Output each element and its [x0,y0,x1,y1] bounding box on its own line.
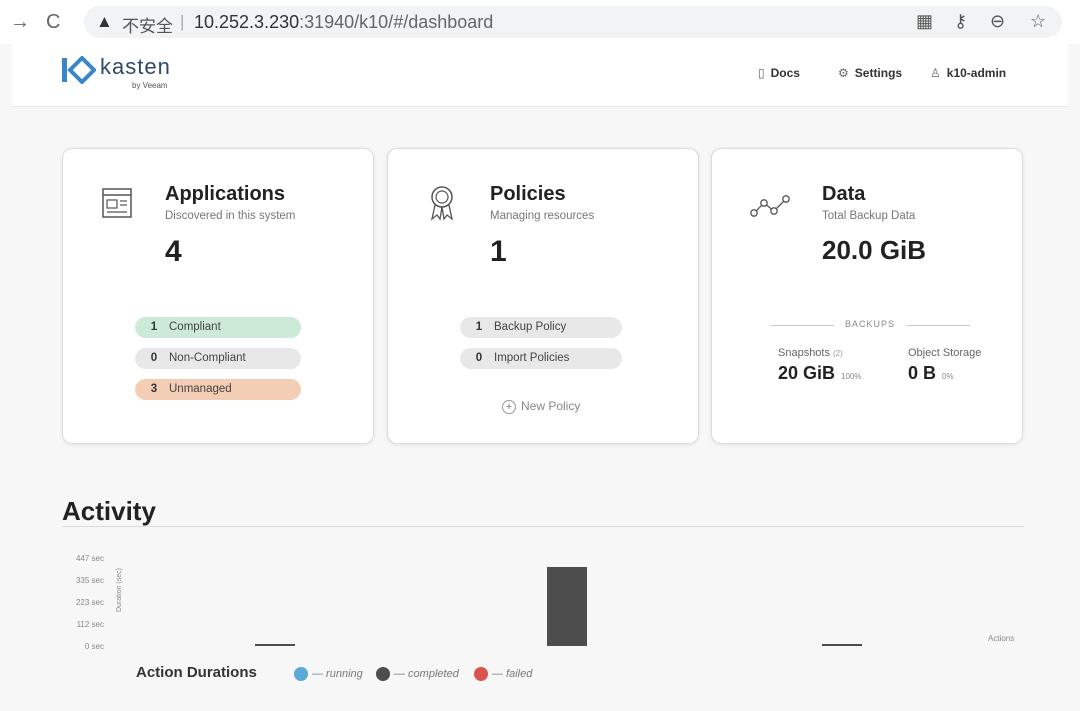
policies-card[interactable]: Policies Managing resources 1 1 Backup Po… [387,148,699,444]
legend-completed[interactable]: — completed [376,667,459,681]
legend-running[interactable]: — running [294,667,363,681]
settings-link[interactable]: ⚙ Settings [838,66,902,80]
y-tick-label: 447 sec [75,554,104,563]
docs-link[interactable]: ▯ Docs [758,66,800,80]
pill-count: 0 [150,352,158,364]
policies-count: 1 [490,235,507,268]
non-compliant-pill[interactable]: 0 Non-Compliant [135,348,301,369]
warning-icon: ▲ [96,12,113,31]
backup-policy-pill[interactable]: 1 Backup Policy [460,317,622,338]
completed-dot-icon [376,667,390,681]
y-tick-label: 335 sec [75,576,104,585]
y-tick-label: 0 sec [84,642,104,651]
applications-count: 4 [165,235,182,268]
failed-dot-icon [474,667,488,681]
legend-failed[interactable]: — failed [474,667,532,681]
reload-icon[interactable]: C [46,10,60,34]
data-subtitle: Total Backup Data [822,210,916,222]
object-storage-size: 0 B [908,363,937,383]
activity-heading: Activity [62,496,156,526]
chart-bar[interactable] [547,567,588,646]
award-ribbon-icon [430,186,454,221]
applications-title: Applications [165,183,286,205]
policies-subtitle: Managing resources [490,210,595,222]
backups-label: BACKUPS [844,319,895,329]
bookmark-star-icon[interactable]: ☆ [1030,11,1046,32]
policies-title: Policies [490,183,566,205]
legend-label: — completed [394,667,459,680]
pill-count: 0 [475,352,483,364]
object-storage-label: Object Storage [908,347,982,359]
chart-bar[interactable] [822,644,863,646]
pill-count: 3 [150,383,158,395]
user-label: k10-admin [946,66,1007,80]
url-text[interactable]: 10.252.3.230:31940/k10/#/dashboard [194,12,493,33]
url-host: 10.252.3.230 [194,12,300,32]
address-separator: | [180,12,185,31]
gear-icon: ⚙ [838,66,849,80]
applications-card[interactable]: Applications Discovered in this system 4… [62,148,374,444]
logo-subtitle: by Veeam [132,81,168,90]
snapshots-count: (2) [832,349,843,358]
kasten-logo-icon[interactable] [62,56,96,84]
pill-count: 1 [150,321,158,333]
snapshots-label: Snapshots (2) [778,347,843,359]
pill-label: Import Policies [494,352,570,364]
import-policies-pill[interactable]: 0 Import Policies [460,348,622,369]
running-dot-icon [294,667,308,681]
divider [906,325,970,326]
settings-label: Settings [854,66,903,80]
legend-label: — running [312,667,363,680]
data-card[interactable]: Data Total Backup Data 20.0 GiB BACKUPS … [711,148,1023,444]
address-bar[interactable]: ▲ 不安全 | 10.252.3.230:31940/k10/#/dashboa… [84,6,1062,38]
y-tick-label: 223 sec [75,598,104,607]
application-window-icon [102,188,132,218]
applications-subtitle: Discovered in this system [165,210,296,222]
pill-label: Unmanaged [169,383,232,395]
new-policy-label: New Policy [521,399,581,413]
legend-title: Action Durations [136,664,257,681]
new-policy-button[interactable]: + New Policy [502,399,580,414]
qr-code-icon[interactable]: ▦ [916,11,933,32]
data-nodes-icon [750,195,790,217]
action-durations-chart: 447 sec 335 sec 223 sec 112 sec 0 sec Du… [60,548,1040,658]
logo-text[interactable]: kasten [100,54,171,80]
activity-divider [62,526,1024,527]
snapshots-percent: 100% [841,372,862,381]
plus-circle-icon: + [502,400,516,414]
pill-label: Backup Policy [494,321,567,333]
pill-label: Compliant [169,321,221,333]
insecure-label: 不安全 [122,17,173,36]
data-title: Data [822,183,866,205]
browser-toolbar: → C ▲ 不安全 | 10.252.3.230:31940/k10/#/das… [0,0,1080,44]
user-menu[interactable]: ♙ k10-admin [930,66,1006,80]
compliant-pill[interactable]: 1 Compliant [135,317,301,338]
book-icon: ▯ [758,66,765,80]
docs-label: Docs [770,66,800,80]
url-path: :31940/k10/#/dashboard [299,12,494,32]
snapshots-value: 20 GiB 100% [778,363,862,384]
data-total: 20.0 GiB [822,235,927,265]
pill-label: Non-Compliant [169,352,246,364]
snapshots-text: Snapshots [778,347,830,359]
object-storage-percent: 0% [942,372,954,381]
x-axis-label: Actions [988,634,1015,643]
app-header: kasten by Veeam ▯ Docs ⚙ Settings ♙ k10-adm… [12,44,1068,107]
y-axis-label: Duration (sec) [116,568,123,612]
chart-bar[interactable] [254,644,295,646]
forward-arrow-icon[interactable]: → [10,10,30,34]
key-icon[interactable]: ⚷ [954,11,967,32]
zoom-icon[interactable]: ⊖ [990,11,1005,32]
legend-label: — failed [492,667,533,680]
snapshots-size: 20 GiB [778,363,836,383]
pill-count: 1 [475,321,483,333]
object-storage-value: 0 B 0% [908,363,954,384]
unmanaged-pill[interactable]: 3 Unmanaged [135,379,301,400]
user-icon: ♙ [930,66,941,80]
y-tick-label: 112 sec [76,620,104,629]
